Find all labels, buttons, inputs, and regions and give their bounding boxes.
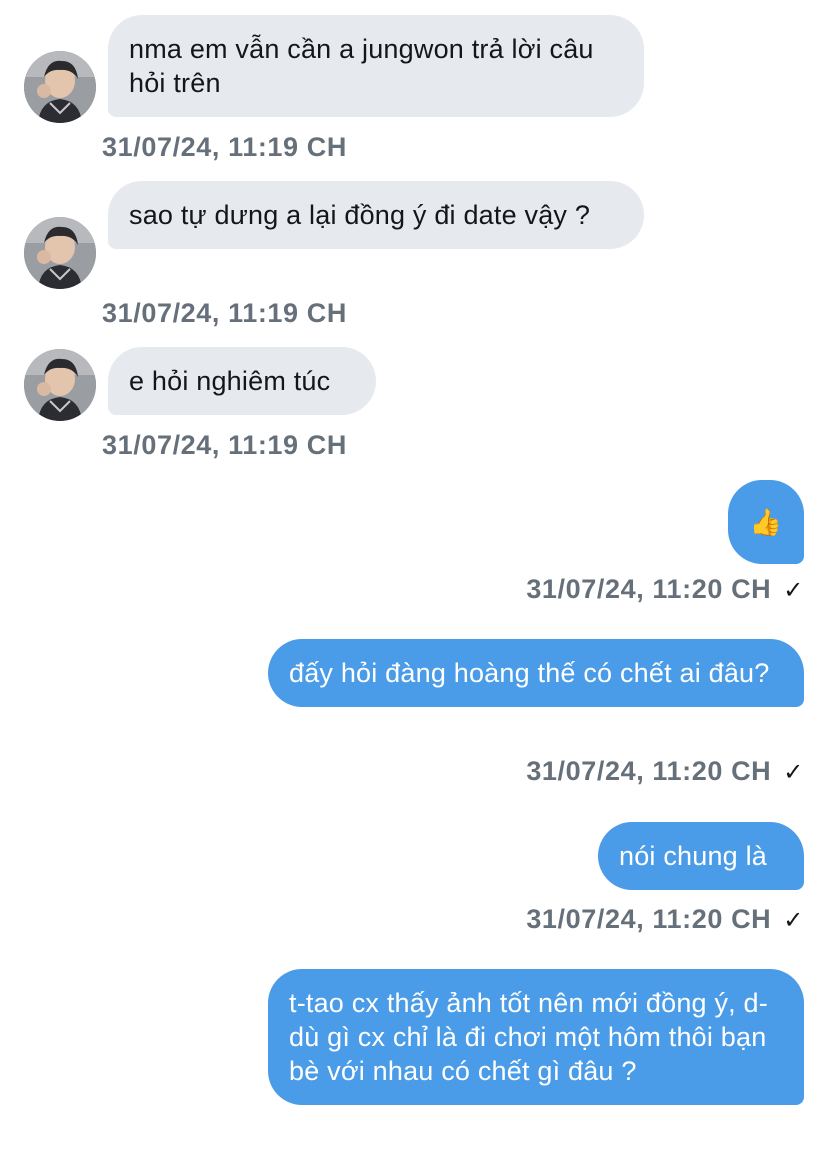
message-timestamp: 31/07/24, 11:20 CH bbox=[526, 756, 772, 786]
sender-avatar[interactable] bbox=[24, 217, 96, 289]
message-meta: 31/07/24, 11:20 CH ✓ bbox=[526, 754, 804, 790]
message-timestamp: 31/07/24, 11:20 CH bbox=[526, 904, 772, 934]
message-bubble-incoming[interactable]: nma em vẫn cần a jungwon trả lời câu hỏi… bbox=[108, 15, 644, 117]
checkmark-icon: ✓ bbox=[783, 759, 804, 786]
message-bubble-outgoing[interactable]: đấy hỏi đàng hoàng thế có chết ai đâu? bbox=[268, 639, 804, 707]
message-meta: 31/07/24, 11:20 CH ✓ bbox=[526, 902, 804, 938]
message-meta: 31/07/24, 11:20 CH ✓ bbox=[526, 572, 804, 608]
message-bubble-incoming[interactable]: sao tự dưng a lại đồng ý đi date vậy ? bbox=[108, 181, 644, 249]
sender-avatar[interactable] bbox=[24, 349, 96, 421]
message-timestamp: 31/07/24, 11:19 CH bbox=[102, 298, 347, 328]
message-bubble-outgoing[interactable]: nói chung là bbox=[598, 822, 804, 890]
message-timestamp: 31/07/24, 11:20 CH bbox=[526, 574, 772, 604]
thumbs-up-emoji: 👍 bbox=[749, 507, 783, 537]
message-bubble-outgoing[interactable]: 👍 bbox=[728, 480, 804, 564]
sender-avatar[interactable] bbox=[24, 51, 96, 123]
checkmark-icon: ✓ bbox=[783, 907, 804, 934]
message-timestamp: 31/07/24, 11:19 CH bbox=[102, 430, 347, 460]
message-bubble-incoming[interactable]: e hỏi nghiêm túc bbox=[108, 347, 376, 415]
message-bubble-outgoing[interactable]: t-tao cx thấy ảnh tốt nên mới đồng ý, d-… bbox=[268, 969, 804, 1105]
chat-thread: nma em vẫn cần a jungwon trả lời câu hỏi… bbox=[0, 0, 828, 1152]
message-timestamp: 31/07/24, 11:19 CH bbox=[102, 132, 347, 162]
checkmark-icon: ✓ bbox=[783, 577, 804, 604]
